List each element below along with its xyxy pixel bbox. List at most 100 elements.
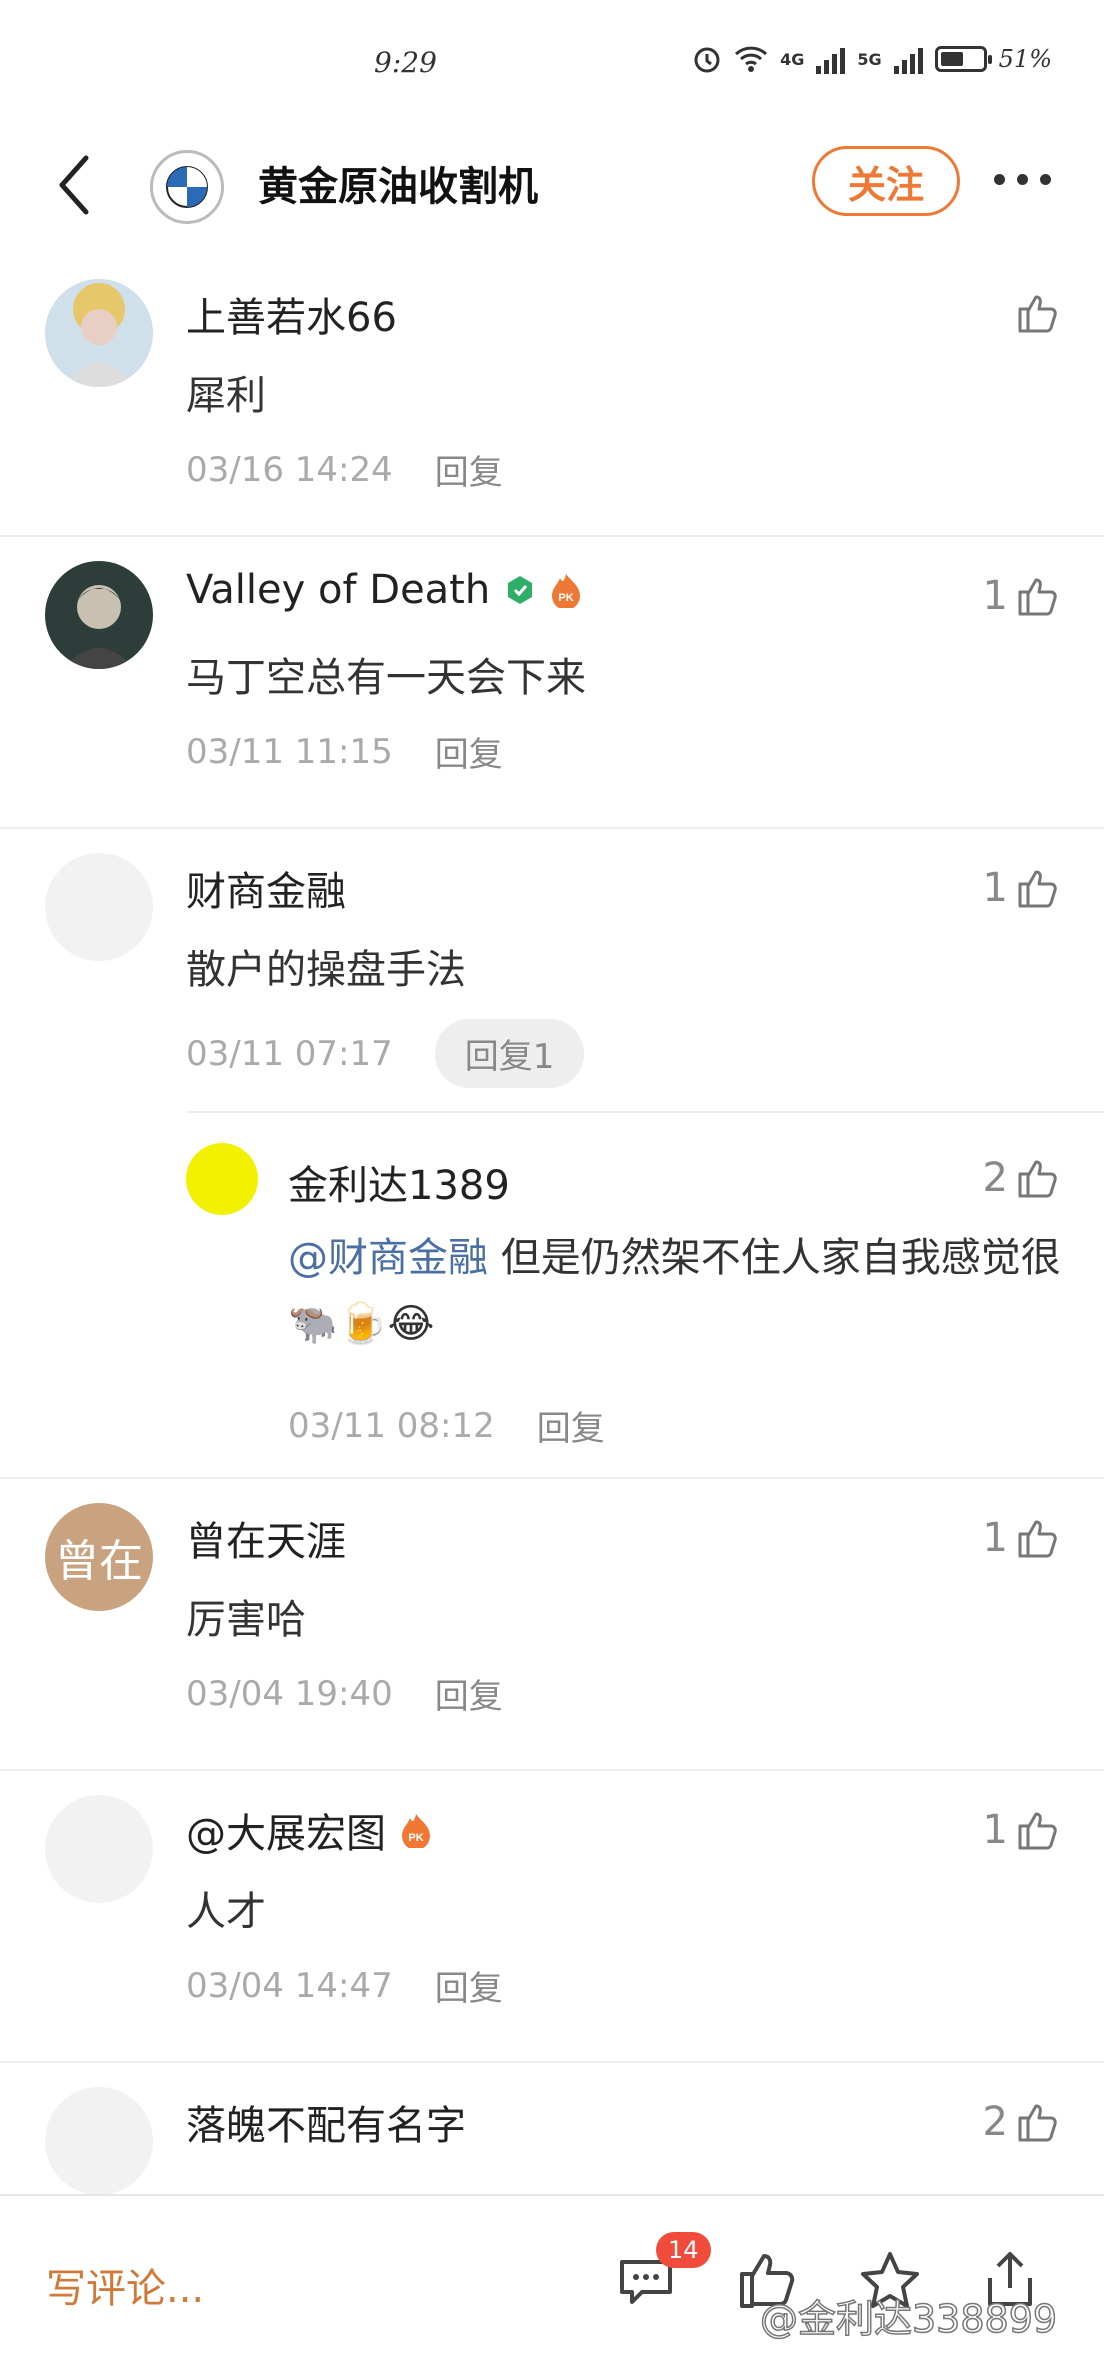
comment-list: 上善若水66 犀利 03/16 14:24 回复 Valley of Death… [0,255,1104,2263]
reply-username[interactable]: 金利达1389 [288,1153,510,1211]
username-text: 上善若水66 [186,295,397,341]
avatar[interactable] [45,561,153,669]
comment-username[interactable]: Valley of Death PK [186,567,582,613]
comment-item: 财商金融 散户的操盘手法 03/11 07:17 回复1 1 金利达1389 @… [0,829,1104,1479]
comment-time: 03/16 14:24 [186,449,393,490]
like-count: 1 [982,1515,1008,1561]
user-photo-icon [45,561,153,669]
avatar[interactable] [186,1143,258,1215]
status-time: 9:29 [374,46,437,79]
signal-icon [893,44,923,74]
thumbs-up-icon [1018,1812,1057,1850]
mention-link[interactable]: @财商金融 [288,1235,488,1281]
username-text: @大展宏图 [186,1811,386,1857]
battery-icon [934,46,992,72]
pk-flame-icon: PK [552,574,581,608]
more-icon[interactable] [994,174,1051,185]
like-button[interactable] [1008,291,1060,335]
avatar[interactable]: 曾在 [45,1503,153,1611]
reply-count-button[interactable]: 回复1 [434,1019,585,1088]
wifi-icon [735,46,768,72]
like-count: 1 [982,865,1008,911]
username-text: 落魄不配有名字 [186,2103,466,2149]
comment-meta: 03/11 11:15 回复 [186,727,503,776]
comment-username[interactable]: 曾在天涯 [186,1509,346,1567]
like-button[interactable]: 2 [983,1155,1060,1201]
like-count: 2 [982,2099,1008,2145]
like-button[interactable]: 1 [983,1515,1060,1561]
svg-text:PK: PK [559,592,574,604]
username-text: 财商金融 [186,869,346,915]
comment-count-badge: 14 [656,2232,711,2268]
status-icons: 4G 5G 51% [692,44,1052,74]
avatar[interactable] [45,1795,153,1903]
verified-badge-icon [508,576,533,604]
reply-text: @财商金融 但是仍然架不住人家自我感觉很 🐃🍺😂 [288,1225,1068,1357]
like-count: 1 [982,1807,1008,1853]
comment-time: 03/04 19:40 [186,1673,393,1714]
signal-icon [816,44,846,74]
thumbs-up-icon [1018,870,1057,908]
comment-text: 人才 [186,1889,266,1935]
comment-meta: 03/04 19:40 回复 [186,1669,503,1718]
account-avatar[interactable] [150,150,224,224]
comment-time: 03/11 11:15 [186,731,393,772]
reply-text-content: 但是仍然架不住人家自我感觉很 [488,1235,1061,1281]
comment-item: 上善若水66 犀利 03/16 14:24 回复 [0,255,1104,537]
battery-percent: 51% [998,45,1052,73]
like-button[interactable]: 1 [983,1807,1060,1853]
comment-username[interactable]: 上善若水66 [186,285,397,343]
sub-reply: 金利达1389 @财商金融 但是仍然架不住人家自我感觉很 🐃🍺😂 03/11 08… [186,1111,1104,1479]
username-text: Valley of Death [186,567,491,613]
page-title: 黄金原油收割机 [258,164,538,210]
thumbs-up-icon [1018,1160,1057,1198]
reply-button[interactable]: 回复 [435,1961,503,2010]
avatar[interactable] [45,853,153,961]
username-text: 曾在天涯 [186,1519,346,1565]
comment-item: 曾在 曾在天涯 厉害哈 03/04 19:40 回复 1 [0,1479,1104,1771]
reply-button[interactable]: 回复 [435,1669,503,1718]
avatar[interactable] [45,2087,153,2195]
reply-meta: 03/11 08:12 回复 [288,1401,605,1450]
comment-username[interactable]: @大展宏图 PK [186,1801,432,1859]
reply-button[interactable]: 回复 [435,445,503,494]
thumbs-up-icon [1018,1520,1057,1558]
watermark-text: @金利达338899 [759,2296,1058,2342]
back-arrow-icon[interactable] [50,150,100,220]
like-button[interactable]: 1 [983,865,1060,911]
thumbs-up-icon [1018,295,1057,333]
pk-flame-icon: PK [402,1814,430,1848]
comment-username[interactable]: 落魄不配有名字 [186,2093,466,2151]
status-bar: 9:29 4G 5G 51% [0,0,1104,130]
user-photo-icon [45,279,153,387]
thumbs-up-icon [1018,2104,1057,2142]
alarm-icon [694,47,720,73]
thumbs-up-icon [1018,578,1057,616]
reply-time: 03/11 08:12 [288,1405,495,1446]
like-button[interactable]: 2 [983,2099,1060,2145]
top-nav: 黄金原油收割机 关注 [0,130,1104,240]
reply-button[interactable]: 回复 [537,1401,605,1450]
comment-text: 散户的操盘手法 [186,947,466,993]
comment-username[interactable]: 财商金融 [186,859,346,917]
write-comment-input[interactable]: 写评论... [46,2256,204,2314]
bmw-logo-icon [155,155,219,219]
comment-time: 03/11 07:17 [186,1033,393,1074]
comment-meta: 03/11 07:17 回复1 [186,1019,585,1088]
username-text: 金利达1389 [288,1163,510,1209]
comment-time: 03/04 14:47 [186,1965,393,2006]
network-5g-label: 5G [857,49,882,69]
comment-meta: 03/04 14:47 回复 [186,1961,503,2010]
reply-button[interactable]: 回复 [435,727,503,776]
like-count: 2 [982,1155,1008,1201]
comment-item: @大展宏图 PK 人才 03/04 14:47 回复 1 [0,1771,1104,2063]
follow-button[interactable]: 关注 [812,146,960,216]
emoji-group: 🐃🍺😂 [288,1301,435,1347]
comment-item: Valley of Death PK 马丁空总有一天会下来 03/11 11:1… [0,537,1104,829]
avatar[interactable] [45,279,153,387]
network-4g-label: 4G [780,49,805,69]
svg-text:PK: PK [408,1832,423,1844]
comment-text: 马丁空总有一天会下来 [186,655,586,701]
comment-text: 犀利 [186,373,266,419]
like-button[interactable]: 1 [983,573,1060,619]
